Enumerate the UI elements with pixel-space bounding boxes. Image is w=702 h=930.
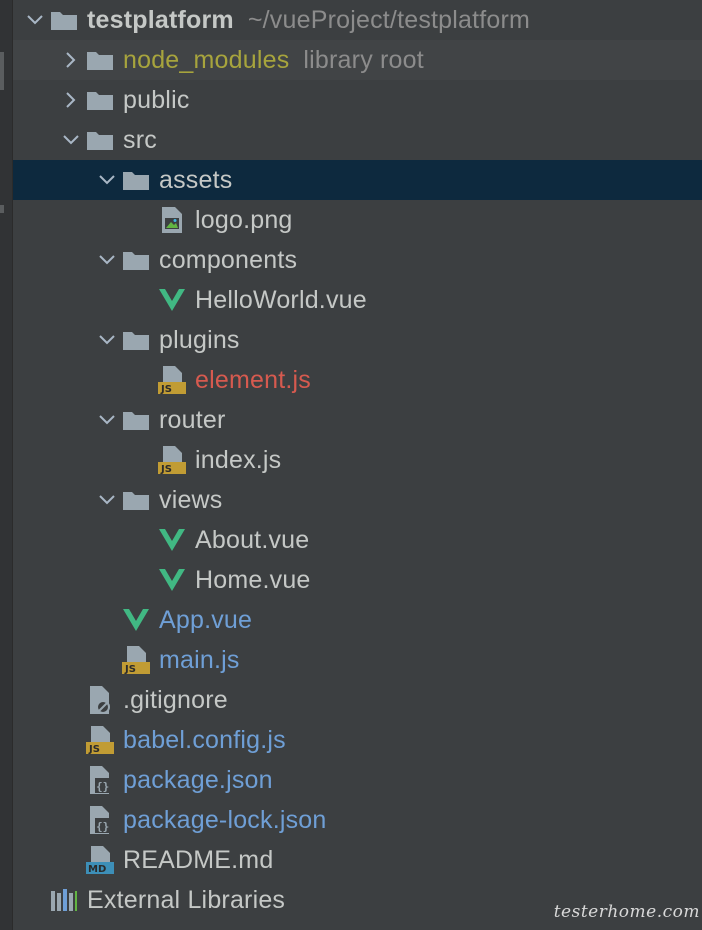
chevron-down-icon[interactable] [93,400,121,440]
tree-item-readme-md[interactable]: MD README.md [13,840,702,880]
svg-text:{}: {} [96,820,109,833]
project-tool-window: testplatform ~/vueProject/testplatform n… [0,0,702,930]
folder-icon [121,320,151,360]
tree-item-router[interactable]: router [13,400,702,440]
json-file-icon: {} [85,760,115,800]
tree-item-label: main.js [159,645,240,674]
chevron-down-icon[interactable] [93,480,121,520]
svg-text:JS: JS [160,464,172,475]
folder-icon [121,480,151,520]
json-file-icon: {} [85,800,115,840]
tree-item-label: App.vue [159,605,253,634]
tree-item-logo-png[interactable]: logo.png [13,200,702,240]
tree-item-label: README.md [123,845,274,874]
tree-item-plugins[interactable]: plugins [13,320,702,360]
tree-item-package-json[interactable]: {} package.json [13,760,702,800]
folder-icon [121,400,151,440]
tree-item-label: element.js [195,365,311,394]
left-gutter [0,0,13,930]
tree-item-helloworld-vue[interactable]: HelloWorld.vue [13,280,702,320]
tree-item-element-js[interactable]: JS element.js [13,360,702,400]
tree-item-assets[interactable]: assets [13,160,702,200]
gutter-marker [0,52,4,90]
chevron-down-icon[interactable] [57,120,85,160]
project-tree: testplatform ~/vueProject/testplatform n… [13,0,702,920]
folder-icon [85,80,115,120]
folder-icon [49,0,79,40]
tree-item-label: logo.png [195,205,293,234]
folder-icon [85,40,115,80]
folder-icon [121,240,151,280]
tree-item-label: package-lock.json [123,805,327,834]
js-file-icon: JS [121,640,151,680]
project-path: ~/vueProject/testplatform [247,5,531,34]
svg-text:MD: MD [88,864,106,875]
tree-item-label: plugins [159,325,240,354]
svg-text:JS: JS [88,744,100,755]
tree-item-index-js[interactable]: JS index.js [13,440,702,480]
chevron-right-icon[interactable] [57,40,85,80]
tree-item-public[interactable]: public [13,80,702,120]
tree-item-home-vue[interactable]: Home.vue [13,560,702,600]
tree-item-label: package.json [123,765,273,794]
chevron-down-icon[interactable] [93,240,121,280]
vue-file-icon [157,280,187,320]
svg-text:{}: {} [96,780,109,793]
libraries-icon [49,880,79,920]
ignore-file-icon [85,680,115,720]
tree-item-about-vue[interactable]: About.vue [13,520,702,560]
vue-file-icon [157,520,187,560]
tree-item-main-js[interactable]: JS main.js [13,640,702,680]
gutter-marker [0,205,4,213]
watermark: testerhome.com [553,902,700,922]
tree-item-label: .gitignore [123,685,228,714]
folder-icon [121,160,151,200]
vue-file-icon [121,600,151,640]
js-file-icon: JS [157,360,187,400]
image-file-icon [157,200,187,240]
tree-item-label: testplatform [87,5,234,34]
tree-item-label: HelloWorld.vue [195,285,367,314]
chevron-down-icon[interactable] [93,320,121,360]
tree-item-testplatform[interactable]: testplatform ~/vueProject/testplatform [13,0,702,40]
tree-item-src[interactable]: src [13,120,702,160]
tree-item-node-modules[interactable]: node_modules library root [13,40,702,80]
chevron-down-icon[interactable] [93,160,121,200]
tree-item-label: public [123,85,190,114]
tree-item-components[interactable]: components [13,240,702,280]
chevron-down-icon[interactable] [21,0,49,40]
tree-item-views[interactable]: views [13,480,702,520]
tree-item-app-vue[interactable]: App.vue [13,600,702,640]
vue-file-icon [157,560,187,600]
tree-item-label: router [159,405,226,434]
tree-item-label: External Libraries [87,885,286,914]
tree-item-gitignore[interactable]: .gitignore [13,680,702,720]
tree-item-babel-config-js[interactable]: JS babel.config.js [13,720,702,760]
library-root-hint: library root [303,45,424,74]
js-file-icon: JS [85,720,115,760]
tree-item-package-lock-json[interactable]: {} package-lock.json [13,800,702,840]
tree-item-label: index.js [195,445,282,474]
tree-item-label: components [159,245,298,274]
tree-item-label: babel.config.js [123,725,286,754]
tree-item-label: views [159,485,223,514]
tree-item-label: About.vue [195,525,310,554]
tree-item-label: assets [159,165,233,194]
markdown-file-icon: MD [85,840,115,880]
svg-text:JS: JS [160,384,172,395]
chevron-right-icon[interactable] [57,80,85,120]
tree-item-label: Home.vue [195,565,311,594]
svg-text:JS: JS [124,664,136,675]
js-file-icon: JS [157,440,187,480]
tree-item-label: node_modules [123,45,290,74]
folder-icon [85,120,115,160]
tree-item-label: src [123,125,157,154]
